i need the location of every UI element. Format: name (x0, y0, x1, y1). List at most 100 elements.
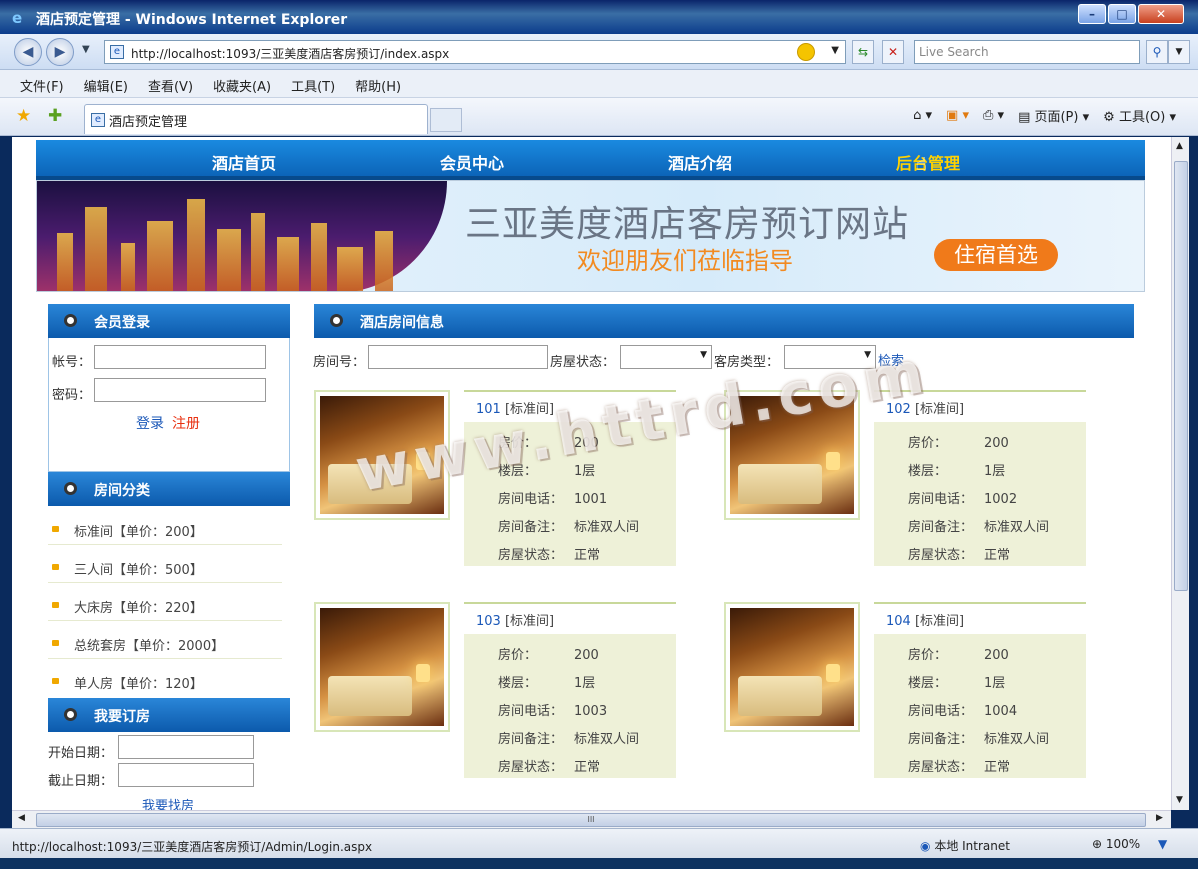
category-item[interactable]: 单人房【单价：120】 (48, 659, 282, 697)
vertical-scroll-thumb[interactable] (1174, 161, 1188, 591)
register-link[interactable]: 注册 (172, 413, 200, 433)
favorites-star-icon[interactable]: ★ (16, 106, 31, 126)
security-zone[interactable]: ◉ 本地 Intranet (920, 837, 1010, 854)
page-menu[interactable]: ▤ 页面(P) ▾ (1018, 106, 1089, 125)
rooms-heading: 酒店房间信息 (314, 304, 1134, 338)
room-card: 104 [标准间] 房价： 200 楼层： 1层 房间电话： 1004 房间备注： 标准… (874, 602, 1086, 778)
page-favicon-icon: e (110, 45, 124, 59)
bullet-icon (52, 564, 59, 570)
menu-help[interactable]: 帮助(H) (355, 76, 401, 97)
banner-pill: 住宿首选 (934, 239, 1058, 271)
account-input[interactable] (94, 345, 266, 369)
find-room-link[interactable]: 我要找房 (142, 795, 194, 810)
site-nav: 酒店首页 会员中心 酒店介绍 后台管理 ☝ (36, 140, 1145, 180)
bullet-icon (52, 678, 59, 684)
section-bullet-icon (64, 482, 77, 495)
login-link[interactable]: 登录 (136, 413, 164, 433)
hand-cursor-icon: ☝ (916, 154, 927, 175)
address-bar: ◀ ▶ ▼ e http://localhost:1093/三亚美度酒店客房预订… (0, 34, 1198, 70)
horizontal-scroll-thumb[interactable]: III (36, 813, 1146, 827)
close-button[interactable]: ✕ (1138, 4, 1184, 24)
tab-title: 酒店预定管理 (109, 115, 188, 130)
compat-icon[interactable] (797, 43, 815, 61)
vertical-scrollbar[interactable]: ▲ ▼ (1171, 137, 1189, 810)
category-item[interactable]: 总统套房【单价：2000】 (48, 621, 282, 659)
search-icon[interactable]: ⚲ (1146, 40, 1168, 64)
scroll-right-icon[interactable]: ▶ (1156, 813, 1163, 823)
horizontal-scrollbar[interactable]: ◀ III ▶ (12, 810, 1171, 828)
refresh-icon[interactable]: ⇆ (852, 40, 874, 64)
scroll-up-icon[interactable]: ▲ (1176, 141, 1183, 151)
menu-edit[interactable]: 编辑(E) (84, 76, 128, 97)
zone-label: 本地 Intranet (934, 839, 1010, 853)
room-title[interactable]: 102 [标准间] (874, 392, 1086, 422)
tab-favicon-icon: e (91, 113, 105, 127)
url-dropdown-icon[interactable]: ▼ (831, 45, 839, 56)
status-select[interactable] (620, 345, 712, 369)
category-item[interactable]: 标准间【单价：200】 (48, 507, 282, 545)
print-icon[interactable]: ⎙ ▾ (983, 108, 1004, 123)
search-input[interactable]: Live Search (914, 40, 1140, 64)
add-favorite-icon[interactable]: ✚ (48, 106, 62, 126)
nav-about[interactable]: 酒店介绍 (668, 150, 732, 174)
city-skyline-image (37, 181, 447, 291)
room-photo[interactable] (314, 390, 450, 520)
tools-menu-label: 工具(O) (1118, 110, 1166, 125)
nav-member[interactable]: 会员中心 (440, 150, 504, 174)
bullet-icon (52, 640, 59, 646)
room-no-input[interactable] (368, 345, 548, 369)
zoom-dropdown-icon[interactable]: ▼ (1158, 837, 1167, 851)
section-bullet-icon (64, 314, 77, 327)
menu-favorites[interactable]: 收藏夹(A) (213, 76, 271, 97)
category-item[interactable]: 大床房【单价：220】 (48, 583, 282, 621)
room-title[interactable]: 104 [标准间] (874, 604, 1086, 634)
bullet-icon (52, 526, 59, 532)
minimize-button[interactable]: – (1078, 4, 1106, 24)
zoom-control[interactable]: ⊕ 100% ▼ (1092, 837, 1167, 851)
url-input[interactable]: e http://localhost:1093/三亚美度酒店客房预订/index… (104, 40, 846, 64)
back-icon[interactable]: ◀ (14, 38, 42, 66)
category-item[interactable]: 三人间【单价：500】 (48, 545, 282, 583)
menu-tools[interactable]: 工具(T) (291, 76, 335, 97)
section-bullet-icon (330, 314, 343, 327)
type-select[interactable] (784, 345, 876, 369)
room-title[interactable]: 103 [标准间] (464, 604, 676, 634)
booking-heading: 我要订房 (48, 698, 290, 732)
search-link[interactable]: 检索 (878, 350, 904, 369)
menu-file[interactable]: 文件(F) (20, 76, 64, 97)
login-heading: 会员登录 (48, 304, 290, 338)
end-date-label: 截止日期： (48, 774, 114, 789)
status-link: http://localhost:1093/三亚美度酒店客房预订/Admin/L… (12, 840, 373, 854)
nav-home[interactable]: 酒店首页 (212, 150, 276, 174)
zoom-icon: ⊕ (1092, 837, 1103, 851)
start-date-input[interactable] (118, 735, 254, 759)
section-bullet-icon (64, 708, 77, 721)
scroll-left-icon[interactable]: ◀ (18, 813, 25, 823)
categories-heading: 房间分类 (48, 472, 290, 506)
history-dropdown-icon[interactable]: ▼ (82, 44, 90, 55)
site-banner: 三亚美度酒店客房预订网站 欢迎朋友们莅临指导 住宿首选 (36, 180, 1145, 292)
room-card: 101 [标准间] 房价： 200 楼层： 1层 房间电话： 1001 房间备注： 标准… (464, 390, 676, 566)
feeds-icon[interactable]: ▣ ▾ (946, 108, 969, 123)
room-photo[interactable] (724, 602, 860, 732)
forward-icon[interactable]: ▶ (46, 38, 74, 66)
tools-menu[interactable]: ⚙ 工具(O) ▾ (1103, 106, 1176, 125)
banner-subtitle: 欢迎朋友们莅临指导 (577, 247, 793, 275)
maximize-button[interactable]: □ (1108, 4, 1136, 24)
taskbar-strip (0, 858, 1198, 869)
room-photo[interactable] (314, 602, 450, 732)
search-options-icon[interactable]: ▼ (1168, 40, 1190, 64)
scroll-down-icon[interactable]: ▼ (1176, 795, 1183, 805)
password-input[interactable] (94, 378, 266, 402)
room-no-label: 房间号： (313, 355, 366, 370)
account-label: 帐号： (52, 355, 92, 370)
room-title[interactable]: 101 [标准间] (464, 392, 676, 422)
end-date-input[interactable] (118, 763, 254, 787)
nav-admin[interactable]: 后台管理 (896, 150, 960, 174)
stop-icon[interactable]: ✕ (882, 40, 904, 64)
new-tab-button[interactable] (430, 108, 462, 132)
home-icon[interactable]: ⌂ ▾ (913, 108, 932, 123)
menu-view[interactable]: 查看(V) (148, 76, 193, 97)
tab-active[interactable]: e 酒店预定管理 (84, 104, 428, 134)
room-photo[interactable] (724, 390, 860, 520)
